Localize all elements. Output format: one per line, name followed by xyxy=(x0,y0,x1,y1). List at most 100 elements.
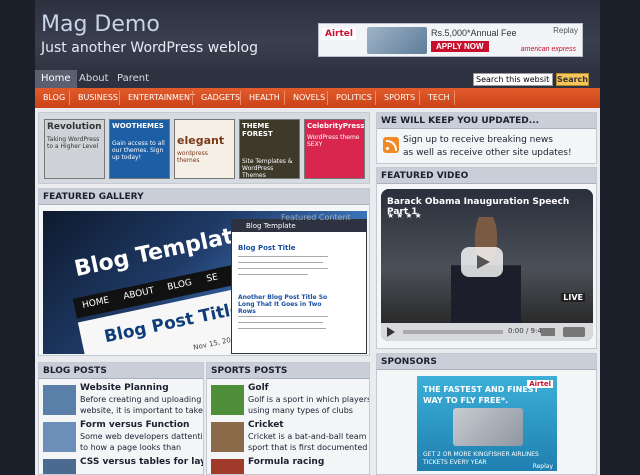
sponsor-tiles: Revolution Taking WordPress to a Higher … xyxy=(38,112,370,184)
top-navigation: Home About Parent Search xyxy=(35,70,600,88)
ad-tile-themeforest[interactable]: THEME FOREST Site Templates & WordPress … xyxy=(239,119,300,179)
credit-card-image xyxy=(367,27,427,54)
featured-gallery: FEATURED GALLERY Blog Template HOME ABOU… xyxy=(38,188,370,356)
slide-page-panel: Blog Template Blog Post Title Another Bl… xyxy=(231,219,367,354)
panel-post-title: Blog Post Title xyxy=(238,244,296,252)
sponsor-footer: GET 2 OR MORE KINGFISHER AIRLINES TICKET… xyxy=(423,451,539,466)
tile-subtitle: Site Templates & WordPress Themes xyxy=(242,158,293,179)
volume-icon[interactable] xyxy=(541,328,555,336)
slide-nav-item: SE xyxy=(205,272,219,285)
post-thumbnail[interactable] xyxy=(43,422,76,452)
play-icon[interactable] xyxy=(387,327,395,337)
cat-business[interactable]: BUSINESS xyxy=(78,88,118,108)
blog-posts: BLOG POSTS Website Planning Before creat… xyxy=(38,362,204,475)
panel-post-title-2: Another Blog Post Title So Long That It … xyxy=(238,294,328,315)
cat-separator xyxy=(284,91,285,105)
cat-tech[interactable]: TECH xyxy=(428,88,450,108)
post-excerpt: Cricket is a bat-and-ball team sport tha… xyxy=(248,432,368,452)
list-item[interactable]: Golf Golf is a sport in which players us… xyxy=(211,383,370,417)
sponsor-ad-banner[interactable]: THE FASTEST AND FINEST WAY TO FLY FREE*.… xyxy=(417,376,557,471)
panel-text-line xyxy=(238,268,328,269)
gallery-slide[interactable]: Blog Template HOME ABOUT BLOG SE Blog Po… xyxy=(43,211,367,354)
nav-about[interactable]: About xyxy=(73,70,115,88)
sponsor-headline: THE FASTEST AND FINEST WAY TO FLY FREE*. xyxy=(423,385,539,405)
cat-politics[interactable]: POLITICS xyxy=(336,88,372,108)
panel-text-line xyxy=(238,322,323,323)
ad-tile-woothemes[interactable]: WOOTHEMES Gain access to all our themes.… xyxy=(109,119,170,179)
post-thumbnail[interactable] xyxy=(211,385,244,415)
cat-separator xyxy=(119,91,120,105)
ad-tile-revolution[interactable]: Revolution Taking WordPress to a Higher … xyxy=(44,119,105,179)
search-input[interactable] xyxy=(473,73,553,86)
header-ad-banner[interactable]: Airtel Rs.5,000*Annual Fee APPLY NOW Rep… xyxy=(318,23,583,57)
site-title[interactable]: Mag Demo xyxy=(41,12,160,37)
cat-gadgets[interactable]: GADGETS xyxy=(201,88,240,108)
site-tagline: Just another WordPress weblog xyxy=(41,40,259,56)
nav-parent[interactable]: Parent xyxy=(111,70,155,88)
newsletter-text[interactable]: Sign up to receive breaking news as well… xyxy=(403,134,572,160)
cat-sports[interactable]: SPORTS xyxy=(384,88,415,108)
tile-title: elegant xyxy=(177,134,225,147)
post-title[interactable]: Cricket xyxy=(248,420,284,430)
ad-tile-elegant[interactable]: elegant wordpress themes xyxy=(174,119,235,179)
apply-now-button[interactable]: APPLY NOW xyxy=(431,41,489,52)
post-thumbnail[interactable] xyxy=(43,385,76,415)
list-item[interactable]: Website Planning Before creating and upl… xyxy=(43,383,203,417)
list-item[interactable]: CSS versus tables for layout xyxy=(43,457,203,474)
cat-separator xyxy=(240,91,241,105)
cat-entertainment[interactable]: ENTERTAINMENT xyxy=(128,88,195,108)
cat-separator xyxy=(419,91,420,105)
ad-replay-link[interactable]: Replay xyxy=(553,26,578,35)
sports-posts: SPORTS POSTS Golf Golf is a sport in whi… xyxy=(206,362,370,475)
post-title[interactable]: CSS versus tables for layout xyxy=(80,457,203,467)
panel-text-line xyxy=(238,256,328,257)
cat-health[interactable]: HEALTH xyxy=(249,88,280,108)
list-item[interactable]: Formula racing xyxy=(211,457,369,474)
tile-title: WOOTHEMES xyxy=(112,122,164,130)
newsletter-line-2[interactable]: as well as receive other site updates! xyxy=(403,147,572,160)
newsletter-line-1[interactable]: Sign up to receive breaking news xyxy=(403,134,572,147)
video-controls: 0:00 / 9:45 xyxy=(381,323,593,341)
slide-nav-item: HOME xyxy=(81,295,111,311)
section-heading: FEATURED VIDEO xyxy=(377,168,596,184)
post-title[interactable]: Formula racing xyxy=(248,457,324,467)
cat-novels[interactable]: NOVELS xyxy=(293,88,325,108)
post-excerpt: Golf is a sport in which players using m… xyxy=(248,395,370,415)
video-progress-bar[interactable] xyxy=(403,330,503,334)
nav-home[interactable]: Home xyxy=(35,70,77,88)
airtel-logo: Airtel xyxy=(322,28,356,40)
fullscreen-icon[interactable] xyxy=(563,327,585,337)
post-thumbnail[interactable] xyxy=(211,459,244,474)
ad-tile-celebritypress[interactable]: CelebrityPress WordPress theme SEXY xyxy=(304,119,365,179)
list-item[interactable]: Form versus Function Some web developers… xyxy=(43,420,203,454)
tile-title: THEME FOREST xyxy=(242,122,273,138)
cat-separator xyxy=(192,91,193,105)
page-frame: Mag Demo Just another WordPress weblog A… xyxy=(35,0,600,475)
video-player[interactable]: Barack Obama Inauguration Speech Part 1 … xyxy=(381,189,593,341)
live-badge: LIVE xyxy=(561,293,585,302)
play-overlay-icon[interactable] xyxy=(461,247,503,277)
ad-fee-text: Rs.5,000*Annual Fee xyxy=(431,28,517,38)
ad-replay-link[interactable]: Replay xyxy=(533,463,553,470)
tile-subtitle: Taking WordPress to a Higher Level xyxy=(47,136,100,150)
panel-text-line xyxy=(238,328,326,329)
rss-icon[interactable] xyxy=(383,137,399,153)
post-title[interactable]: Form versus Function xyxy=(80,420,189,430)
section-heading: WE WILL KEEP YOU UPDATED... xyxy=(377,113,596,129)
featured-video: FEATURED VIDEO Barack Obama Inauguration… xyxy=(376,167,597,349)
cat-blog[interactable]: BLOG xyxy=(43,88,65,108)
site-header: Mag Demo Just another WordPress weblog A… xyxy=(35,0,600,70)
featured-content-label: Featured Content xyxy=(281,213,351,222)
post-thumbnail[interactable] xyxy=(43,459,76,474)
newsletter-box: WE WILL KEEP YOU UPDATED... Sign up to r… xyxy=(376,112,597,164)
tile-title: CelebrityPress xyxy=(307,122,365,130)
airtel-logo: Airtel xyxy=(527,380,553,388)
credit-card-image xyxy=(453,408,523,446)
post-excerpt: Some web developers dattention to how a … xyxy=(80,432,203,452)
post-title[interactable]: Website Planning xyxy=(80,383,169,393)
tile-subtitle: Gain access to all our themes. Sign up t… xyxy=(112,140,165,161)
post-title[interactable]: Golf xyxy=(248,383,269,393)
post-thumbnail[interactable] xyxy=(211,422,244,452)
search-button[interactable]: Search xyxy=(556,73,589,86)
list-item[interactable]: Cricket Cricket is a bat-and-ball team s… xyxy=(211,420,369,454)
